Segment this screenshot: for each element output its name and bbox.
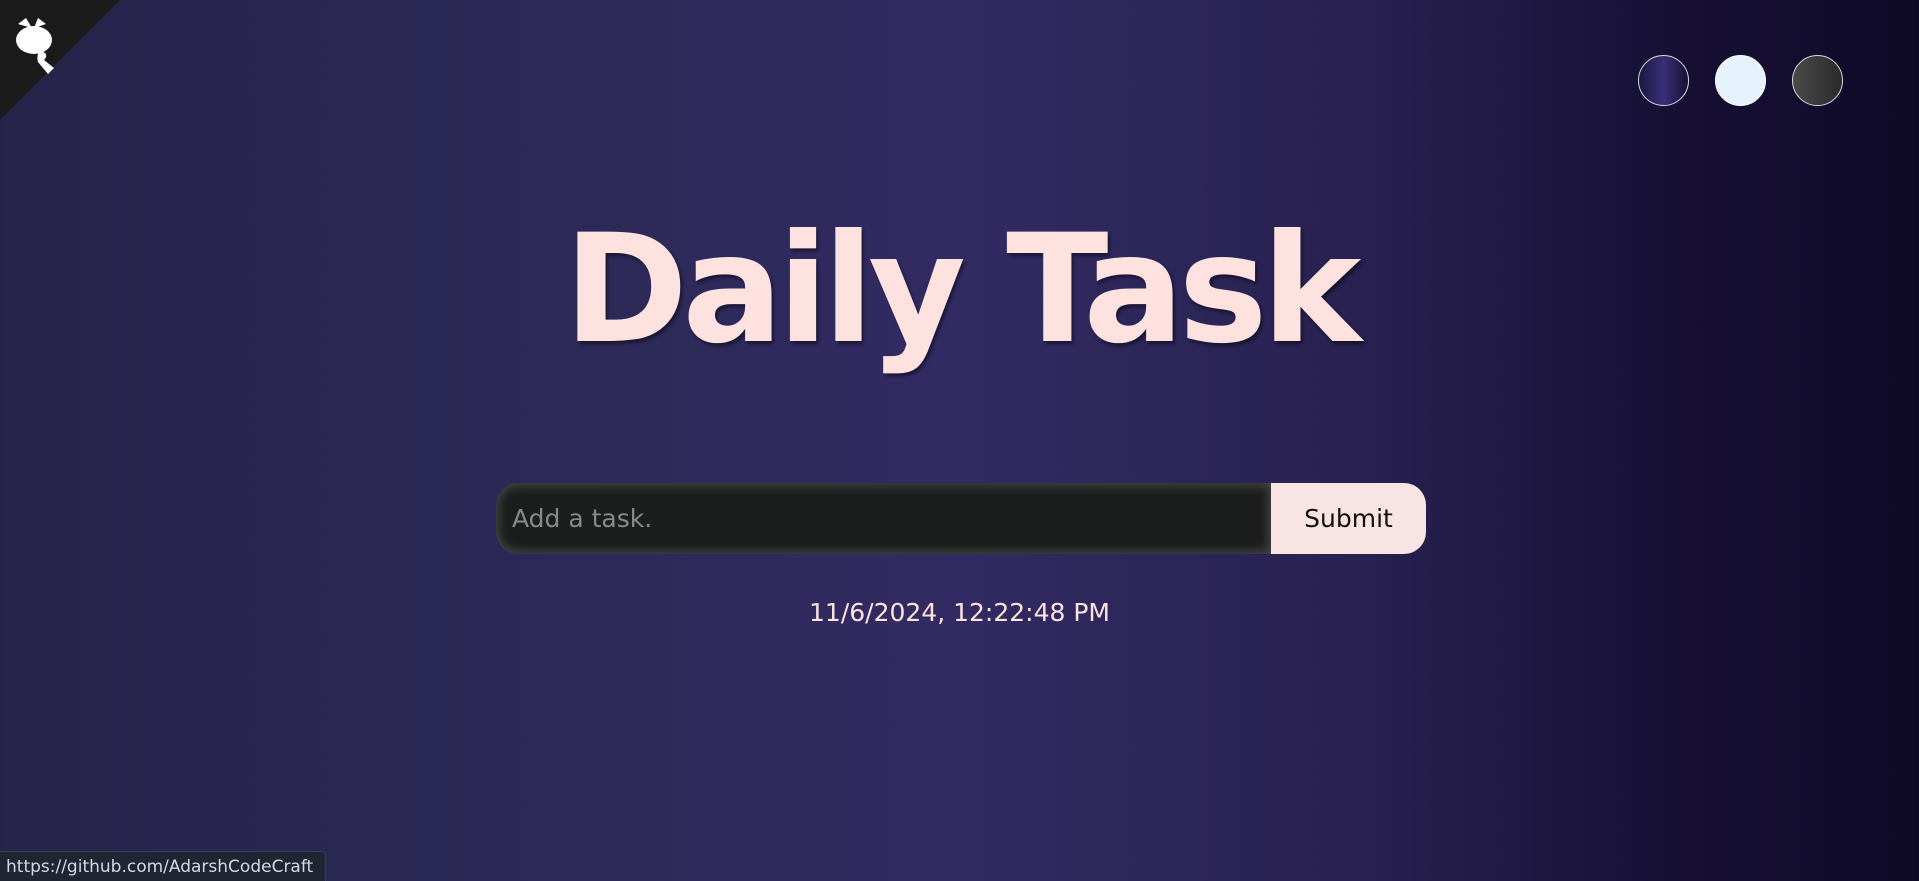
page-title: Daily Task	[563, 203, 1362, 377]
theme-selector	[1638, 55, 1843, 106]
task-input[interactable]	[496, 483, 1271, 554]
theme-standard-button[interactable]	[1638, 55, 1689, 106]
github-corner-link[interactable]	[0, 0, 120, 120]
task-form: Submit	[496, 483, 1426, 554]
submit-button[interactable]: Submit	[1271, 483, 1426, 554]
github-corner-graphic	[0, 0, 120, 120]
datetime-display: 11/6/2024, 12:22:48 PM	[809, 598, 1110, 627]
theme-darker-button[interactable]	[1792, 55, 1843, 106]
theme-light-button[interactable]	[1715, 55, 1766, 106]
link-status-bar: https://github.com/AdarshCodeCraft	[0, 851, 327, 881]
